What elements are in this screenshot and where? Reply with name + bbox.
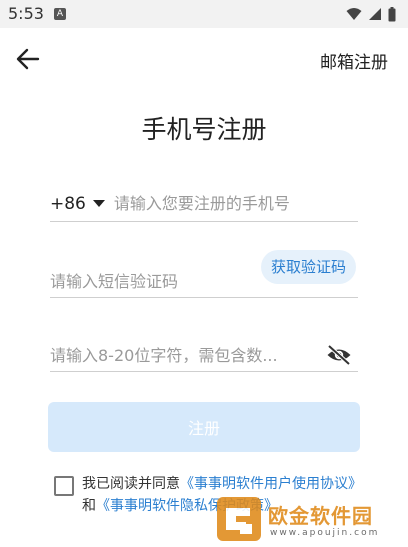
watermark-title: 欧金软件园 <box>268 504 373 528</box>
country-code[interactable]: +86 <box>50 194 86 214</box>
sms-code-input[interactable] <box>50 266 250 296</box>
status-bar: 5:53 A <box>0 0 408 28</box>
password-input[interactable] <box>50 340 312 370</box>
email-register-link[interactable]: 邮箱注册 <box>320 48 388 73</box>
watermark-url: www.apoujin.com <box>270 528 380 538</box>
eye-off-icon <box>327 345 351 365</box>
agreement-prefix: 我已阅读并同意 <box>82 476 180 492</box>
back-button[interactable] <box>14 46 42 72</box>
arrow-left-icon <box>16 48 40 70</box>
watermark: 欧金软件园 www.apoujin.com <box>216 494 402 544</box>
get-code-button[interactable]: 获取验证码 <box>260 250 356 284</box>
page-title: 手机号注册 <box>141 115 267 144</box>
phone-field-row: +86 <box>50 186 358 222</box>
status-time: 5:53 <box>8 4 44 23</box>
notification-badge: A <box>54 8 66 20</box>
password-field-row <box>50 340 358 372</box>
wifi-icon <box>346 8 362 20</box>
agree-checkbox[interactable] <box>54 476 74 496</box>
phone-input[interactable] <box>113 188 358 219</box>
register-button[interactable]: 注册 <box>48 402 360 452</box>
caret-down-icon <box>92 199 105 207</box>
status-icons <box>346 6 396 22</box>
agreement-conjunction: 和 <box>82 498 96 514</box>
signal-icon <box>369 8 381 20</box>
country-code-dropdown[interactable] <box>92 197 106 211</box>
code-field-row: 获取验证码 <box>50 250 358 298</box>
watermark-logo-icon <box>217 497 261 541</box>
user-agreement-link[interactable]: 《事事明软件用户使用协议》 <box>180 476 362 492</box>
password-visibility-toggle[interactable] <box>326 344 352 366</box>
battery-icon <box>388 6 396 21</box>
